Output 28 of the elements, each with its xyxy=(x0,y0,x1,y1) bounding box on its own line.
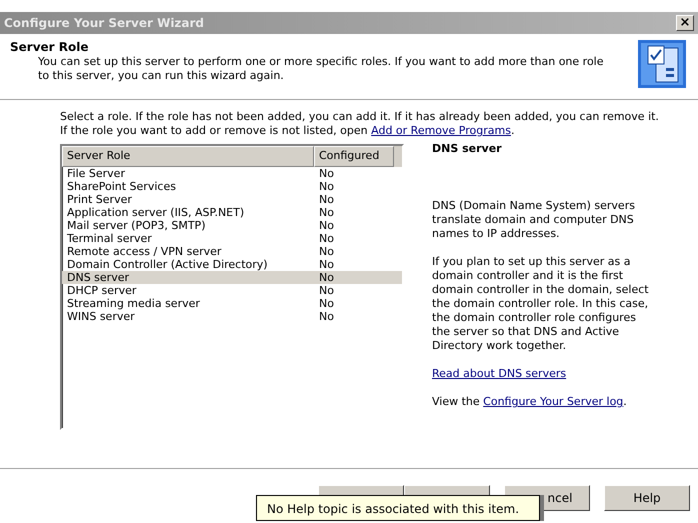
section-title: Server Role xyxy=(10,40,90,54)
role-row[interactable]: Domain Controller (Active Directory) No xyxy=(62,258,402,270)
help-button[interactable]: Help xyxy=(604,485,690,511)
window-title: Configure Your Server Wizard xyxy=(4,15,204,32)
role-row[interactable]: Application server (IIS, ASP.NET) No xyxy=(62,206,402,218)
server-checklist-icon xyxy=(638,40,686,88)
close-button[interactable]: × xyxy=(676,15,694,31)
add-remove-programs-link[interactable]: Add or Remove Programs xyxy=(371,124,511,137)
role-row[interactable]: DNS server No xyxy=(62,270,402,284)
role-row[interactable]: Streaming media server No xyxy=(62,296,402,310)
role-row[interactable]: DHCP server No xyxy=(62,284,402,296)
role-row[interactable]: File Server No xyxy=(62,166,402,180)
column-header[interactable]: Configured xyxy=(314,146,394,166)
log-text: View the Configure Your Server log. xyxy=(432,395,628,410)
role-row[interactable]: Mail server (POP3, SMTP) No xyxy=(62,218,402,232)
role-row[interactable]: Remote access / VPN server No xyxy=(62,244,402,258)
column-header[interactable]: Server Role xyxy=(62,146,314,166)
section-description: You can set up this server to perform one or more specific roles. If you want to add more than one role to this server, you can run this wizard again. xyxy=(38,55,605,84)
read-about-link[interactable]: Read about DNS servers xyxy=(432,367,566,380)
details-paragraph: DNS (Domain Name System) servers translate domain and computer DNS names to IP addresses. xyxy=(432,199,636,242)
details-title: DNS server xyxy=(432,142,503,156)
role-row[interactable]: WINS server No xyxy=(62,310,402,322)
role-row[interactable]: SharePoint Services No xyxy=(62,180,402,192)
role-row[interactable]: Print Server No xyxy=(62,192,402,206)
details-paragraph: If you plan to set up this server as a domain controller and it is the first domain controller in the domain, select the domain controller role. In this case, the domain controller role configures the server so that DNS and Active Directory work together. xyxy=(432,255,649,354)
instruction-text: Select a role. If the role has not been added, you can add it. If it has already been added, you can remove it. If the role you want to add or remove is not listed, open Add or Remove Programs. xyxy=(60,110,660,138)
role-row[interactable]: Terminal server No xyxy=(62,232,402,244)
server-log-link[interactable]: Configure Your Server log xyxy=(483,395,624,408)
